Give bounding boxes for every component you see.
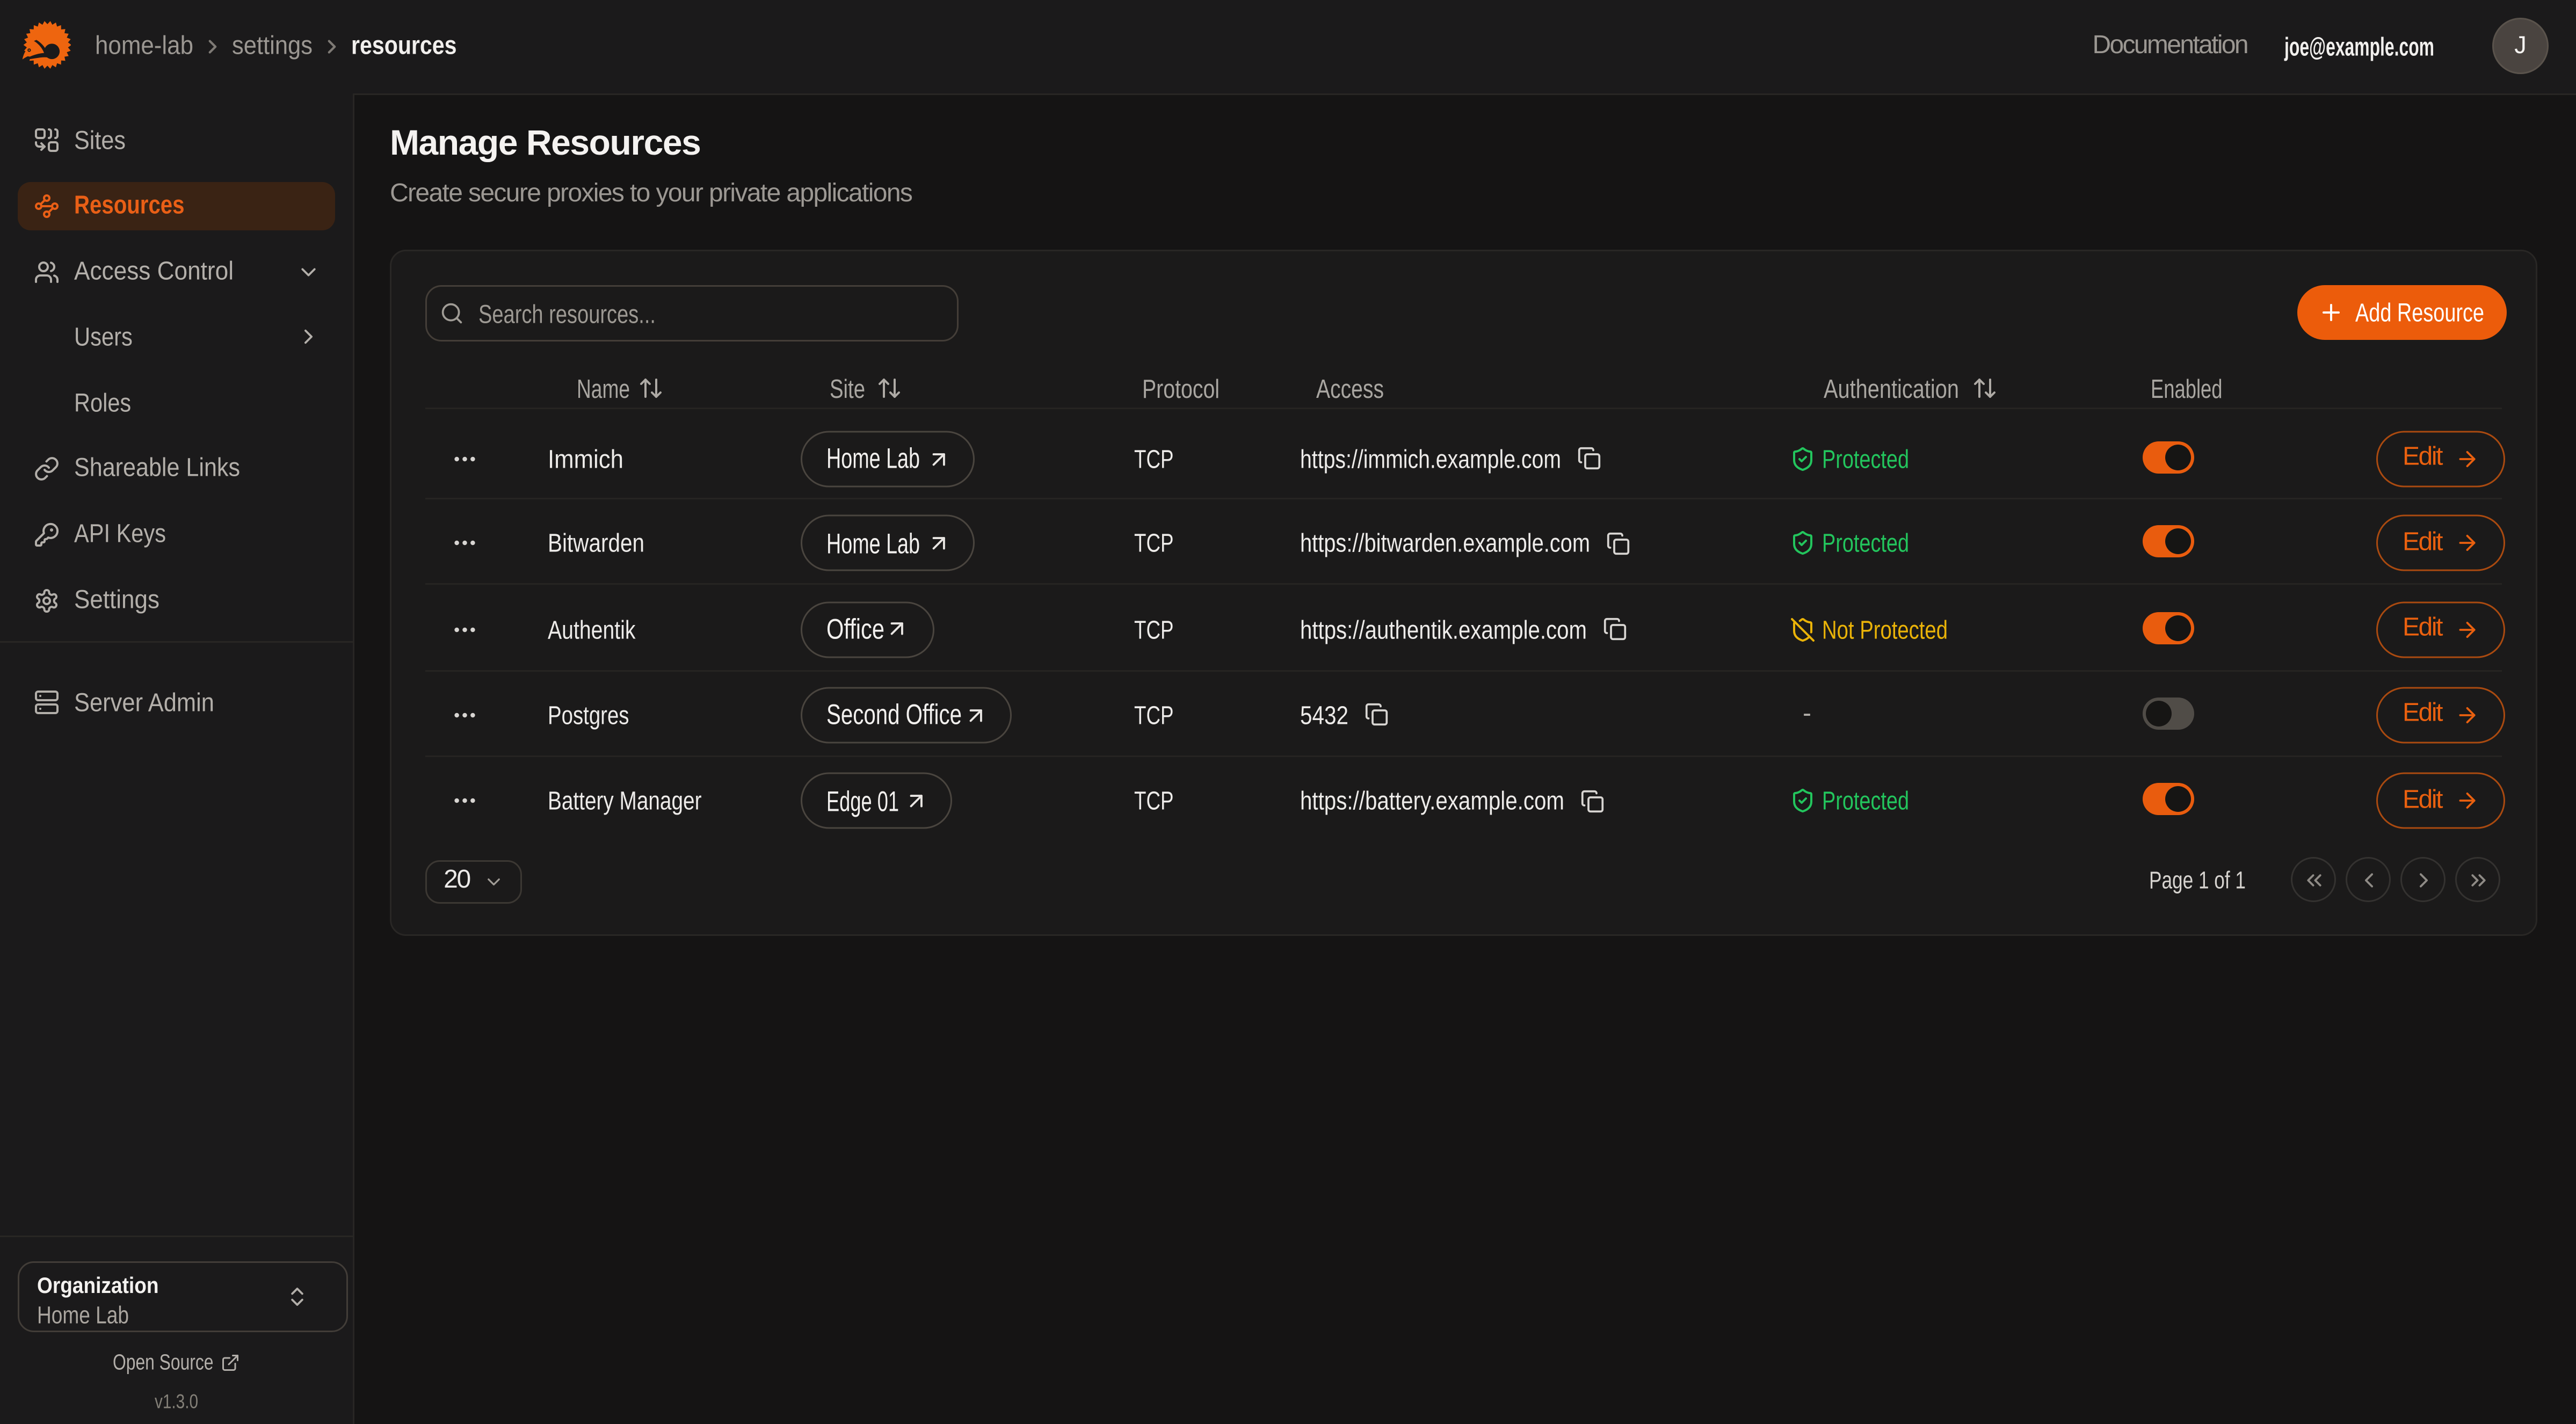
svg-text:Settings: Settings	[74, 586, 159, 614]
svg-text:Second Office: Second Office	[826, 699, 961, 731]
svg-text:https://authentik.example.com: https://authentik.example.com	[1300, 615, 1587, 644]
svg-text:Organization: Organization	[37, 1273, 159, 1298]
svg-text:Home Lab: Home Lab	[826, 444, 919, 475]
svg-text:Shareable Links: Shareable Links	[74, 454, 240, 483]
svg-text:Access: Access	[1316, 374, 1383, 403]
svg-text:Roles: Roles	[74, 389, 131, 417]
svg-text:Protected: Protected	[1822, 445, 1909, 474]
svg-text:Home Lab: Home Lab	[37, 1302, 129, 1329]
svg-text:joe@example.com: joe@example.com	[2284, 32, 2434, 61]
svg-text:TCP: TCP	[1134, 788, 1174, 816]
svg-text:TCP: TCP	[1134, 530, 1174, 558]
svg-text:Authentication: Authentication	[1823, 374, 1958, 403]
svg-text:Protocol: Protocol	[1142, 374, 1220, 403]
svg-text:resources: resources	[351, 32, 457, 60]
svg-text:Office: Office	[826, 614, 884, 645]
svg-text:Protected: Protected	[1822, 788, 1909, 816]
svg-text:TCP: TCP	[1134, 701, 1174, 730]
svg-text:Bitwarden: Bitwarden	[548, 530, 644, 558]
svg-text:Postgres: Postgres	[548, 701, 629, 730]
svg-text:Site: Site	[829, 374, 865, 403]
svg-text:Open Source: Open Source	[112, 1349, 213, 1374]
svg-text:Not Protected: Not Protected	[1822, 615, 1948, 644]
svg-text:https://immich.example.com: https://immich.example.com	[1300, 445, 1561, 474]
svg-text:Battery Manager: Battery Manager	[548, 788, 702, 816]
svg-text:Resources: Resources	[74, 191, 185, 220]
svg-text:settings: settings	[232, 32, 313, 60]
svg-text:TCP: TCP	[1134, 445, 1174, 474]
svg-text:Access Control: Access Control	[74, 257, 234, 286]
svg-text:Edge 01: Edge 01	[826, 786, 898, 817]
svg-text:Authentik: Authentik	[548, 615, 636, 644]
svg-text:Users: Users	[74, 323, 133, 351]
svg-text:Immich: Immich	[548, 445, 623, 474]
svg-text:Search resources...: Search resources...	[478, 300, 656, 328]
svg-text:https://bitwarden.example.com: https://bitwarden.example.com	[1300, 530, 1590, 558]
svg-text:5432: 5432	[1300, 701, 1348, 730]
svg-text:Sites: Sites	[74, 126, 126, 154]
svg-text:Server Admin: Server Admin	[74, 688, 214, 716]
svg-text:v1.3.0: v1.3.0	[155, 1389, 198, 1412]
svg-text:API Keys: API Keys	[74, 520, 166, 548]
svg-text:Home Lab: Home Lab	[826, 528, 919, 560]
svg-text:Protected: Protected	[1822, 530, 1909, 558]
svg-text:Page 1 of 1: Page 1 of 1	[2149, 867, 2246, 894]
svg-text:Enabled: Enabled	[2150, 374, 2222, 403]
svg-text:Add Resource: Add Resource	[2355, 298, 2484, 326]
svg-text:TCP: TCP	[1134, 615, 1174, 644]
svg-text:home-lab: home-lab	[95, 32, 193, 60]
svg-text:Name: Name	[576, 374, 629, 403]
svg-text:https://battery.example.com: https://battery.example.com	[1300, 788, 1564, 816]
